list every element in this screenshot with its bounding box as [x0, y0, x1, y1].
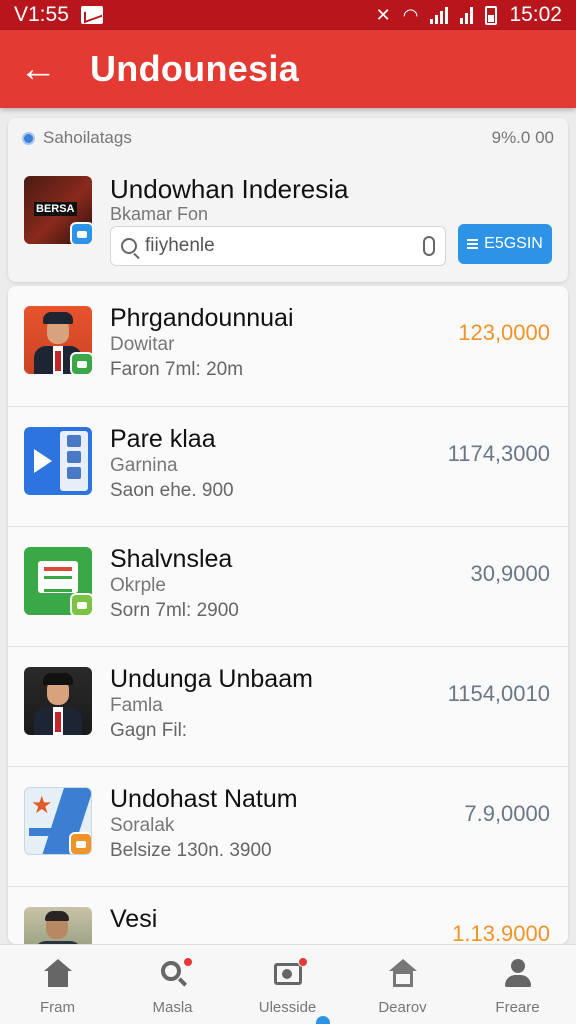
list-item[interactable]: Vesi 1.13.9000: [8, 886, 568, 944]
item-price: 30,9000: [470, 561, 550, 586]
status-time: 15:02: [509, 3, 562, 26]
item-price: 1.13.9000: [452, 921, 550, 944]
back-arrow-icon: ←: [19, 47, 57, 90]
nav-item-fram[interactable]: Fram: [0, 945, 115, 1024]
document-icon: [38, 561, 78, 593]
battery-icon: [485, 5, 498, 25]
item-name: Undohast Natum: [110, 785, 298, 813]
list-item[interactable]: Phrgandounnuai Dowitar Faron 7ml: 20m 12…: [8, 286, 568, 406]
list-item[interactable]: Shalvnslea Okrple Sorn 7ml: 2900 30,9000: [8, 526, 568, 646]
signal-icon: [430, 6, 449, 24]
page-title: Undounesia: [90, 48, 300, 89]
item-name: Undunga Unbaam: [110, 665, 313, 693]
search-button[interactable]: E5GSIN: [458, 224, 552, 264]
house-icon: [387, 959, 419, 989]
leaf-badge-icon: [70, 593, 92, 615]
media-icon: [272, 957, 308, 989]
app-bar: ← Undounesia: [0, 30, 576, 108]
header-value: 9%.0 00: [491, 128, 554, 147]
search-button-label: E5GSIN: [484, 235, 543, 252]
list-item[interactable]: Pare klaa Garnina Saon ehe. 900 1174,300…: [8, 406, 568, 526]
item-thumbnail: ★: [24, 787, 92, 855]
item-price: 7.9,0000: [464, 801, 550, 826]
item-size: Sorn 7ml: 2900: [110, 600, 239, 621]
item-price: 1154,0010: [447, 681, 550, 706]
app-badge-icon: [70, 222, 92, 244]
bottom-navigation: Fram Masla Ulesside Dearov Freare: [0, 944, 576, 1024]
chat-badge-icon: [70, 352, 92, 374]
nav-label: Fram: [40, 999, 75, 1016]
item-subtitle: Famla: [110, 695, 163, 716]
item-thumbnail: [24, 427, 92, 495]
nav-item-masla[interactable]: Masla: [115, 945, 230, 1024]
star-icon: ★: [31, 792, 53, 819]
notification-dot: [297, 957, 308, 967]
nav-item-freare[interactable]: Freare: [460, 945, 575, 1024]
list-item[interactable]: ★ Undohast Natum Soralak Belsize 130n. 3…: [8, 766, 568, 886]
item-name: Phrgandounnuai: [110, 304, 294, 332]
status-bar: V1:55 ✕ ◠ 15:02: [0, 0, 576, 30]
user-icon: [502, 959, 534, 989]
item-thumbnail: [24, 547, 92, 615]
header-title: Undowhan Inderesia: [110, 174, 349, 204]
notification-dot: [182, 957, 193, 967]
mail-notification-icon: [80, 6, 103, 24]
nav-label: Ulesside: [258, 999, 317, 1016]
home-icon: [42, 959, 74, 989]
app-badge-icon: [69, 832, 91, 854]
item-name: Pare klaa: [110, 425, 216, 453]
active-tab-indicator: [316, 1016, 330, 1024]
item-name: Shalvnslea: [110, 545, 233, 573]
results-list: Phrgandounnuai Dowitar Faron 7ml: 20m 12…: [8, 286, 568, 944]
item-subtitle: Okrple: [110, 575, 166, 596]
item-subtitle: Dowitar: [110, 334, 175, 355]
status-left-text: V1:55: [14, 3, 69, 26]
signal-2-icon: [460, 6, 474, 24]
search-field[interactable]: fiiyhenle: [110, 226, 446, 266]
item-subtitle: Soralak: [110, 815, 175, 836]
item-size: Saon ehe. 900: [110, 480, 234, 501]
wifi-icon: ◠: [402, 4, 419, 25]
header-subtitle: Bkamar Fon: [110, 204, 209, 224]
item-thumbnail: [24, 306, 92, 374]
info-dot-icon: [22, 131, 35, 145]
list-item[interactable]: Undunga Unbaam Famla Gagn Fil: 1154,0010: [8, 646, 568, 766]
header-thumbnail: BERSA: [24, 176, 92, 244]
header-card: Sahoilatags 9%.0 00 BERSA Undowhan Inder…: [8, 118, 568, 282]
item-subtitle: Garnina: [110, 455, 178, 476]
search-icon: [157, 957, 193, 989]
item-price: 123,0000: [458, 320, 550, 345]
nav-label: Freare: [495, 999, 540, 1016]
search-input[interactable]: fiiyhenle: [145, 235, 415, 257]
nav-item-dearov[interactable]: Dearov: [345, 945, 460, 1024]
back-button[interactable]: ←: [0, 30, 76, 108]
item-thumbnail: [24, 907, 92, 944]
thumbnail-logo: BERSA: [34, 202, 77, 216]
search-icon: [121, 238, 137, 254]
item-name: Vesi: [110, 905, 158, 933]
item-thumbnail: [24, 667, 92, 735]
play-arrow-icon: [34, 449, 52, 473]
mute-icon: ✕: [375, 4, 391, 25]
nav-label: Masla: [152, 999, 193, 1016]
item-size: Gagn Fil:: [110, 720, 188, 741]
nav-label: Dearov: [378, 999, 427, 1016]
header-tag[interactable]: Sahoilatags: [43, 128, 132, 148]
nav-item-ulesside[interactable]: Ulesside: [230, 945, 345, 1024]
menu-lines-icon: [467, 239, 479, 249]
item-size: Belsize 130n. 3900: [110, 840, 272, 861]
item-price: 1174,3000: [447, 441, 550, 466]
item-size: Faron 7ml: 20m: [110, 359, 244, 380]
microphone-icon[interactable]: [423, 236, 435, 256]
